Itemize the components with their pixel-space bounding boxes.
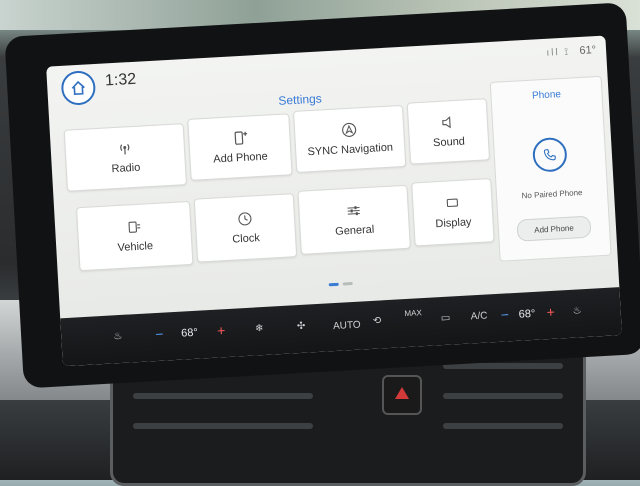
touchscreen: 1:32 ıll ⟟ 61° Settings Radio Add Phone … [46,35,622,366]
signal-icon: ıll ⟟ [546,46,570,58]
phone-panel-title: Phone [491,87,601,104]
hazard-button[interactable] [382,375,422,415]
driver-temp: 68° [181,327,198,340]
tile-label: Radio [111,162,140,176]
tile-label: Sound [433,135,465,149]
page-title: Settings [278,91,322,107]
vent-slat [133,423,313,429]
defrost-icon[interactable]: ❄ [255,323,264,334]
tile-sound[interactable]: Sound [407,98,490,164]
sliders-icon [345,202,362,219]
tile-label: Display [435,216,472,230]
vent-slat [133,393,313,399]
vent-slat [443,423,563,429]
display-bezel: 1:32 ıll ⟟ 61° Settings Radio Add Phone … [4,2,640,388]
tile-vehicle[interactable]: Vehicle [76,201,193,271]
tile-display[interactable]: Display [411,178,494,246]
vent-slat [443,393,563,399]
rear-defrost-icon[interactable]: ▭ [441,313,451,325]
outside-temperature: 61° [579,44,596,57]
driver-temp-down-button[interactable]: − [155,326,164,342]
home-icon [70,80,87,97]
navigation-icon [341,121,358,138]
passenger-temp-down-button[interactable]: − [500,306,509,322]
add-phone-icon [231,130,248,147]
max-defrost-button[interactable]: MAX [404,308,422,318]
passenger-seat-heat-icon[interactable]: ♨ [572,305,582,316]
passenger-temp: 68° [518,308,535,321]
vehicle-icon [126,219,143,236]
ac-button[interactable]: A/C [470,311,487,323]
page-dot-active [329,283,339,287]
climate-bar: ♨ − 68° + ❄ ✣ AUTO ⟲ MAX ▭ A/C − 68° + ♨ [60,287,622,366]
phone-icon [542,147,557,162]
tile-add-phone[interactable]: Add Phone [187,113,292,181]
auto-button[interactable]: AUTO [333,320,361,333]
radio-icon [116,140,133,157]
tile-label: Vehicle [117,240,153,254]
display-icon [444,195,461,212]
tile-label: General [335,224,375,238]
passenger-temp-up-button[interactable]: + [546,304,555,320]
hazard-icon [395,387,409,399]
page-dot [343,282,353,286]
tile-label: Clock [232,232,260,246]
home-button[interactable] [60,70,96,106]
tile-label: Add Phone [213,151,268,166]
phone-panel: Phone No Paired Phone Add Phone [490,76,612,262]
tile-general[interactable]: General [297,185,410,255]
tile-radio[interactable]: Radio [64,123,187,192]
clock-time: 1:32 [105,71,137,91]
speaker-icon [439,114,456,131]
page-indicator [329,282,353,286]
seat-heat-icon[interactable]: ♨ [113,331,123,342]
clock-icon [237,210,254,227]
add-phone-button[interactable]: Add Phone [516,216,591,242]
driver-temp-up-button[interactable]: + [217,322,226,338]
phone-status: No Paired Phone [497,187,607,202]
tile-sync-navigation[interactable]: SYNC Navigation [293,105,406,173]
fan-icon[interactable]: ✣ [297,321,306,332]
tile-clock[interactable]: Clock [194,193,297,262]
tile-label: SYNC Navigation [307,142,393,159]
recirculation-icon[interactable]: ⟲ [373,315,382,326]
phone-call-button[interactable] [532,137,568,173]
